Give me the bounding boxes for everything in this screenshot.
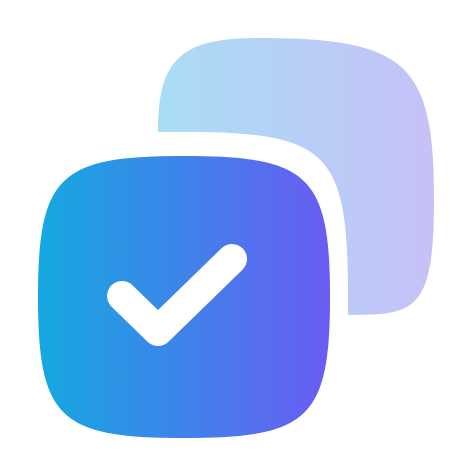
copy-checked-icon [20, 38, 434, 462]
icon-canvas [0, 0, 474, 474]
